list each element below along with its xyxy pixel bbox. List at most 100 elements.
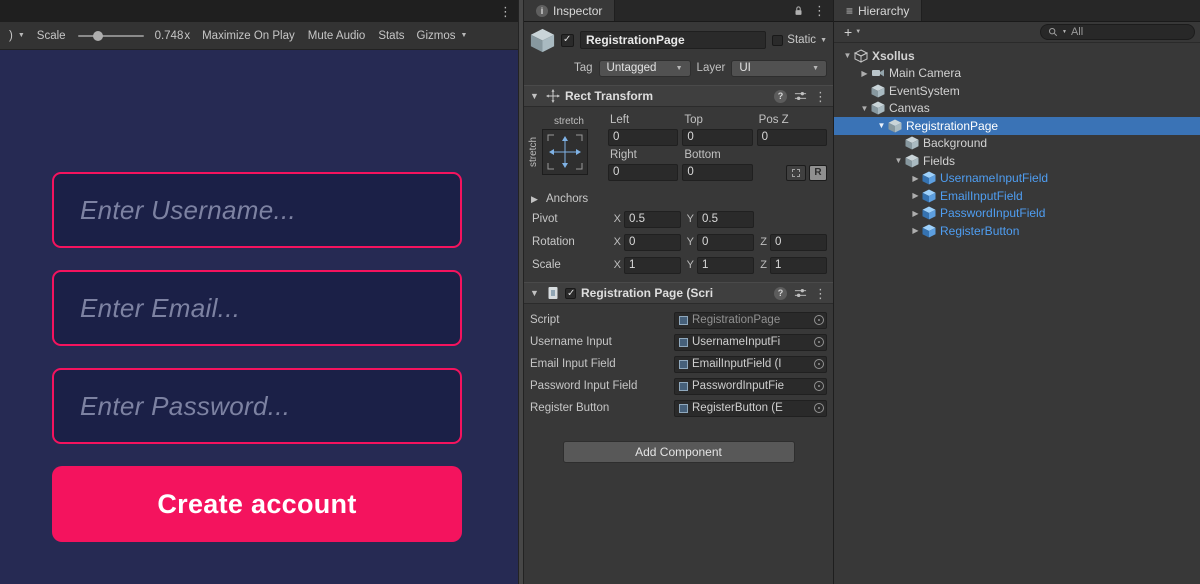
object-picker-icon[interactable]: [814, 403, 824, 413]
foldout-arrow[interactable]: [909, 226, 922, 235]
script-field-row: Script RegistrationPage: [530, 309, 827, 331]
script-component-header[interactable]: Registration Page (Scri: [524, 282, 833, 304]
gameobject-icon: [888, 119, 902, 133]
foldout-arrow[interactable]: [841, 51, 854, 60]
email-input[interactable]: Enter Email...: [52, 270, 462, 346]
object-picker-icon[interactable]: [814, 315, 824, 325]
hierarchy-toolbar: + All: [834, 22, 1200, 43]
hierarchy-item-emailinputfield[interactable]: EmailInputField: [834, 187, 1200, 205]
posz-field[interactable]: 0: [757, 129, 827, 146]
blueprint-mode-button[interactable]: [786, 165, 806, 181]
layer-dropdown[interactable]: UI: [731, 60, 827, 77]
create-object-button[interactable]: +: [839, 25, 866, 39]
foldout-arrow[interactable]: [909, 209, 922, 218]
script-object-field[interactable]: RegistrationPage: [674, 312, 827, 329]
hierarchy-item-xsollus[interactable]: Xsollus: [834, 47, 1200, 65]
chevron-down-icon: [676, 65, 683, 72]
foldout-arrow[interactable]: [909, 174, 922, 183]
top-field[interactable]: 0: [682, 129, 752, 146]
camera-icon: [871, 66, 885, 80]
object-picker-icon[interactable]: [814, 381, 824, 391]
help-icon[interactable]: [774, 287, 787, 300]
hierarchy-item-usernameinputfield[interactable]: UsernameInputField: [834, 170, 1200, 188]
register-button-object-field[interactable]: RegisterButton (E: [674, 400, 827, 417]
hierarchy-item-fields[interactable]: Fields: [834, 152, 1200, 170]
active-checkbox[interactable]: [561, 34, 574, 47]
foldout-arrow[interactable]: [530, 92, 541, 101]
scale-y-field[interactable]: 1: [697, 257, 754, 274]
scale-x-field[interactable]: 1: [624, 257, 681, 274]
create-account-button[interactable]: Create account: [52, 466, 462, 542]
presets-icon[interactable]: [794, 90, 807, 102]
foldout-arrow[interactable]: [909, 191, 922, 200]
presets-icon[interactable]: [794, 287, 807, 299]
help-icon[interactable]: [774, 90, 787, 103]
gameobject-name-field[interactable]: RegistrationPage: [580, 31, 766, 49]
password-input[interactable]: Enter Password...: [52, 368, 462, 444]
right-field[interactable]: 0: [608, 164, 678, 181]
bottom-field[interactable]: 0: [682, 164, 752, 181]
rotation-z-field[interactable]: 0: [770, 234, 827, 251]
hierarchy-item-main-camera[interactable]: Main Camera: [834, 65, 1200, 83]
object-picker-icon[interactable]: [814, 359, 824, 369]
chevron-down-icon: [461, 32, 468, 39]
add-component-button[interactable]: Add Component: [563, 441, 795, 463]
display-dropdown[interactable]: ): [9, 30, 25, 42]
gameobject-icon[interactable]: [530, 28, 555, 53]
foldout-arrow[interactable]: [892, 156, 905, 165]
anchors-foldout[interactable]: Anchors: [531, 193, 827, 205]
scale-slider[interactable]: [78, 30, 144, 42]
email-input-object-field[interactable]: EmailInputField (I: [674, 356, 827, 373]
object-picker-icon[interactable]: [814, 337, 824, 347]
scale-z-field[interactable]: 1: [770, 257, 827, 274]
username-input-object-field[interactable]: UsernameInputFi: [674, 334, 827, 351]
static-checkbox[interactable]: [772, 35, 783, 46]
foldout-arrow[interactable]: [858, 104, 871, 113]
foldout-arrow[interactable]: [858, 69, 871, 78]
tab-hierarchy[interactable]: Hierarchy: [834, 0, 922, 21]
password-input-object-field[interactable]: PasswordInputFie: [674, 378, 827, 395]
hierarchy-item-registrationpage[interactable]: RegistrationPage: [834, 117, 1200, 135]
chevron-down-icon: [855, 29, 861, 35]
mute-audio-button[interactable]: Mute Audio: [307, 30, 367, 42]
rotation-y-field[interactable]: 0: [697, 234, 754, 251]
email-placeholder: Enter Email...: [80, 293, 240, 324]
script-fields: Script RegistrationPage Username Input U…: [524, 304, 833, 419]
anchor-preset-button[interactable]: [542, 129, 588, 175]
rotation-x-field[interactable]: 0: [624, 234, 681, 251]
foldout-arrow[interactable]: [875, 121, 888, 130]
hierarchy-tab-bar: Hierarchy: [834, 0, 1200, 22]
chevron-down-icon: [18, 32, 25, 39]
lock-icon[interactable]: [792, 5, 805, 17]
inspector-menu-icon[interactable]: [813, 4, 826, 17]
stats-button[interactable]: Stats: [377, 30, 405, 42]
password-placeholder: Enter Password...: [80, 391, 290, 422]
rect-transform-header[interactable]: Rect Transform: [524, 85, 833, 107]
inputfield-object-icon: [679, 382, 688, 391]
gizmos-dropdown[interactable]: Gizmos: [417, 30, 468, 42]
prefab-icon: [922, 189, 936, 203]
left-field[interactable]: 0: [608, 129, 678, 146]
tab-inspector[interactable]: Inspector: [524, 0, 615, 21]
raw-edit-mode-button[interactable]: R: [809, 165, 827, 181]
pivot-y-field[interactable]: 0.5: [697, 211, 754, 228]
tag-dropdown[interactable]: Untagged: [599, 60, 691, 77]
hierarchy-item-eventsystem[interactable]: EventSystem: [834, 82, 1200, 100]
anchor-preset-zone: stretch stretch: [528, 114, 608, 184]
game-menu-icon[interactable]: [499, 5, 512, 18]
foldout-arrow[interactable]: [530, 289, 541, 298]
hierarchy-search-input[interactable]: All: [1040, 24, 1195, 40]
component-menu-icon[interactable]: [814, 90, 827, 103]
hierarchy-item-passwordinputfield[interactable]: PasswordInputField: [834, 205, 1200, 223]
slider-knob[interactable]: [93, 31, 103, 41]
static-dropdown[interactable]: Static: [772, 34, 827, 46]
hierarchy-item-background[interactable]: Background: [834, 135, 1200, 153]
chevron-down-icon: [1062, 30, 1067, 35]
pivot-x-field[interactable]: 0.5: [624, 211, 681, 228]
hierarchy-item-canvas[interactable]: Canvas: [834, 100, 1200, 118]
component-enabled-checkbox[interactable]: [565, 288, 576, 299]
username-input[interactable]: Enter Username...: [52, 172, 462, 248]
hierarchy-item-registerbutton[interactable]: RegisterButton: [834, 222, 1200, 240]
maximize-on-play-button[interactable]: Maximize On Play: [201, 30, 296, 42]
component-menu-icon[interactable]: [814, 287, 827, 300]
